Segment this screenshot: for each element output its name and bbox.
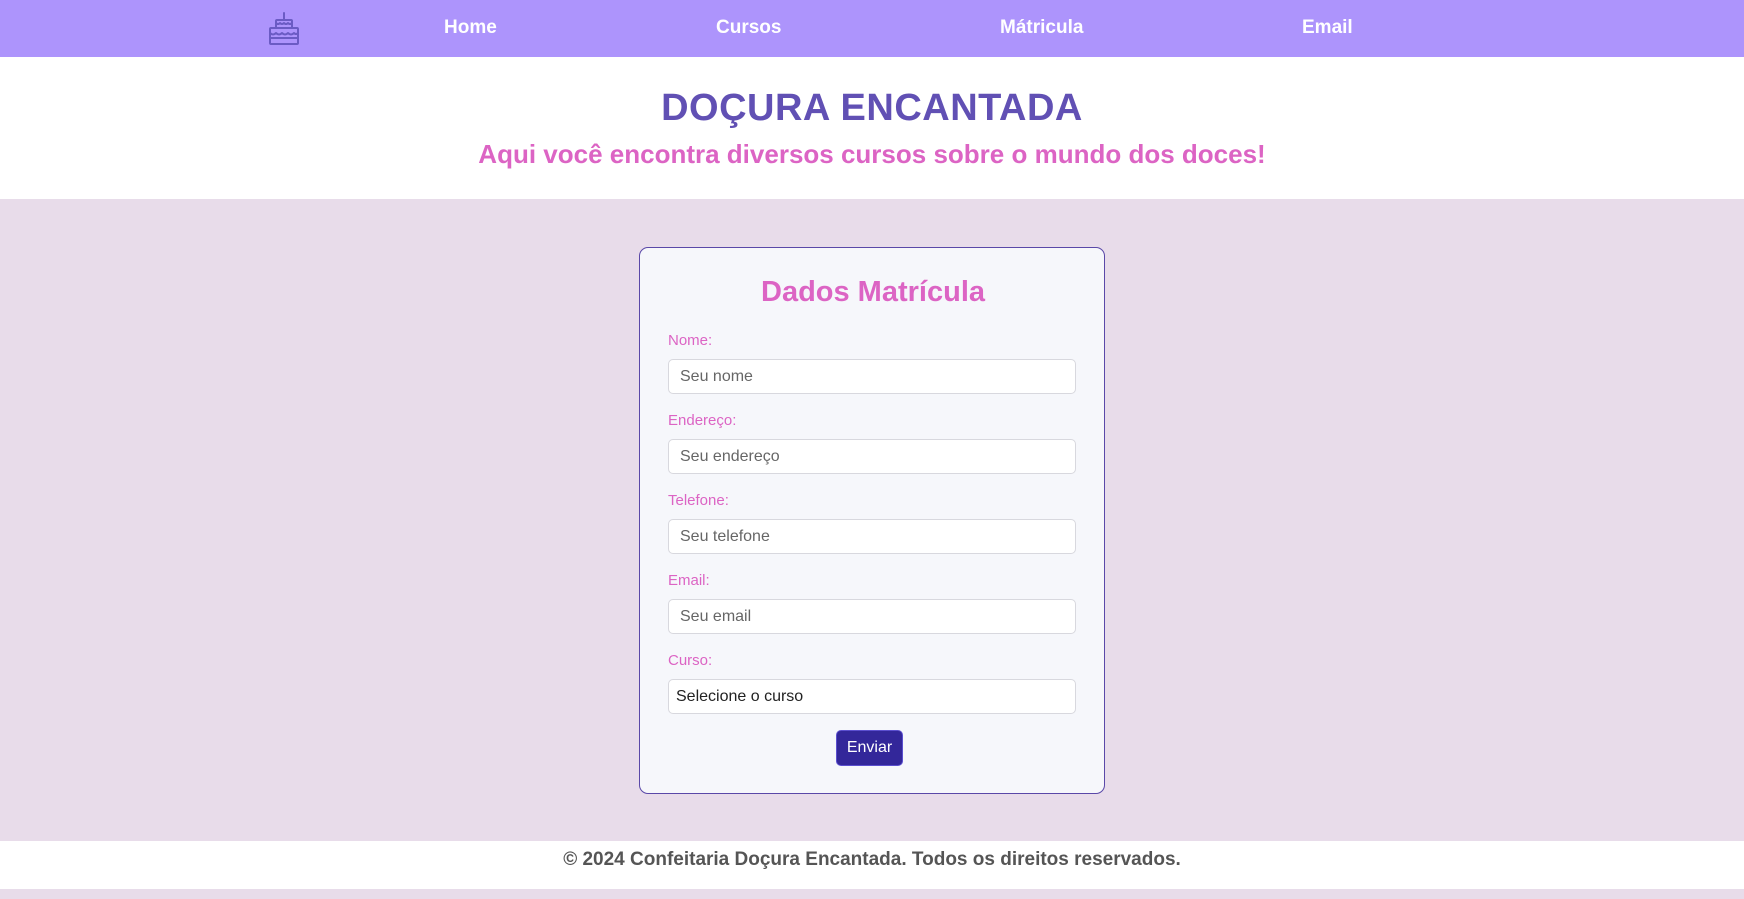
curso-label: Curso: [668, 652, 713, 669]
site-subtitle: Aqui você encontra diversos cursos sobre… [478, 139, 1266, 169]
site-title: DOÇURA ENCANTADA [661, 87, 1083, 129]
email-input[interactable] [668, 599, 1076, 634]
page-header: DOÇURA ENCANTADA Aqui você encontra dive… [0, 57, 1744, 199]
nav-link-email[interactable]: Email [1302, 17, 1353, 39]
top-navbar: Home Cursos Mátricula Email [0, 0, 1744, 57]
email-label: Email: [668, 572, 710, 589]
endereco-label: Endereço: [668, 412, 737, 429]
nav-link-cursos[interactable]: Cursos [716, 17, 781, 39]
enrollment-form: Dados Matrícula Nome: Endereço: Telefone… [639, 247, 1105, 794]
telefone-input[interactable] [668, 519, 1076, 554]
submit-button[interactable]: Enviar [836, 730, 903, 766]
curso-select[interactable]: Selecione o curso [668, 679, 1076, 714]
nav-link-matricula[interactable]: Mátricula [1000, 17, 1083, 39]
form-title: Dados Matrícula [761, 276, 985, 308]
telefone-label: Telefone: [668, 492, 729, 509]
nav-link-home[interactable]: Home [444, 17, 497, 39]
nome-label: Nome: [668, 332, 713, 349]
cake-icon[interactable] [266, 11, 302, 47]
nome-input[interactable] [668, 359, 1076, 394]
endereco-input[interactable] [668, 439, 1076, 474]
footer-copyright: © 2024 Confeitaria Doçura Encantada. Tod… [563, 849, 1181, 870]
page-footer: © 2024 Confeitaria Doçura Encantada. Tod… [0, 841, 1744, 889]
